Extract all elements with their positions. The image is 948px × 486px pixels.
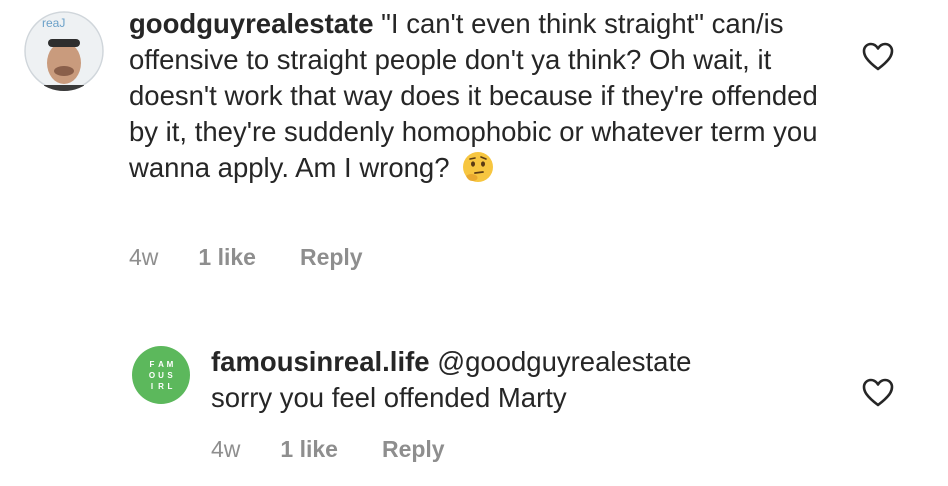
comment-body: goodguyrealestate "I can't even think st… (129, 6, 829, 186)
svg-text:R: R (158, 382, 164, 391)
svg-text:F: F (150, 360, 155, 369)
comment-username[interactable]: famousinreal.life (211, 346, 430, 377)
svg-text:S: S (167, 371, 173, 380)
comment-mention[interactable]: @goodguyrealestate (437, 346, 691, 377)
comment-age[interactable]: 4w (211, 436, 240, 463)
svg-text:I: I (151, 382, 153, 391)
reply-button[interactable]: Reply (382, 436, 445, 463)
comment-body: famousinreal.life @goodguyrealestate sor… (211, 344, 831, 416)
comment-meta: 4w 1 like Reply (129, 244, 363, 271)
svg-text:O: O (149, 371, 155, 380)
heart-icon[interactable] (862, 378, 894, 408)
comment-text: sorry you feel offended Marty (211, 382, 567, 413)
comment-meta: 4w 1 like Reply (211, 436, 445, 463)
avatar[interactable]: reaJ (24, 11, 104, 91)
reply-button[interactable]: Reply (300, 244, 363, 271)
comment-age[interactable]: 4w (129, 244, 158, 271)
comment-username[interactable]: goodguyrealestate (129, 8, 374, 39)
comment-text-container: goodguyrealestate "I can't even think st… (129, 6, 829, 186)
svg-text:M: M (167, 360, 174, 369)
comment-text-container: famousinreal.life @goodguyrealestate sor… (211, 344, 831, 416)
thinking-face-icon (461, 150, 495, 184)
heart-icon[interactable] (862, 42, 894, 72)
avatar[interactable]: FAM OUS IRL (131, 345, 191, 405)
svg-text:reaJ: reaJ (42, 16, 65, 30)
svg-text:L: L (168, 382, 173, 391)
svg-text:U: U (158, 371, 164, 380)
comment-likes[interactable]: 1 like (280, 436, 338, 463)
comment-likes[interactable]: 1 like (198, 244, 256, 271)
svg-text:A: A (158, 360, 164, 369)
